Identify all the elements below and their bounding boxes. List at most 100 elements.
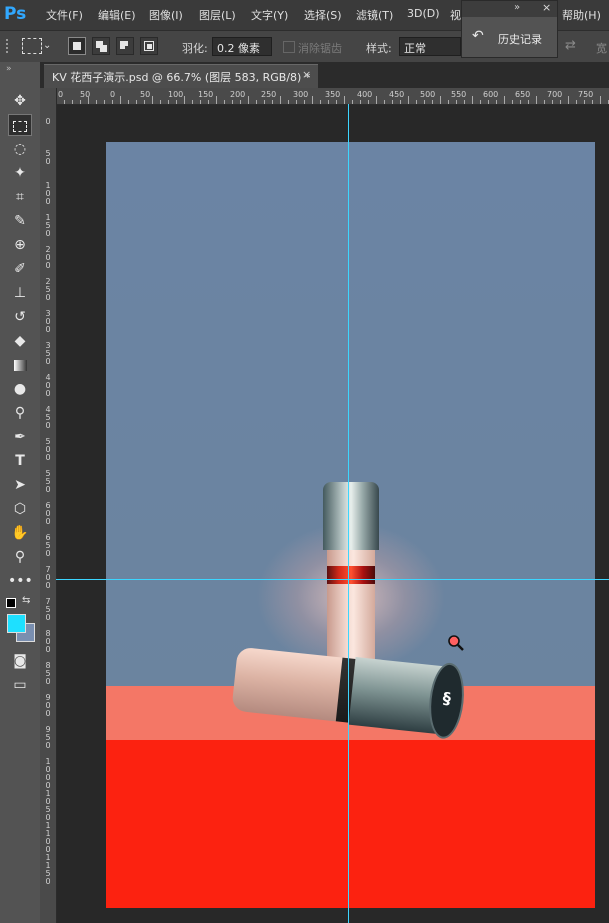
tools-panel: » ✥ ◌ ✦ ⌗ ✎ ⊕ ✐ ⊥ ↺ ◆ ● ⚲ ✒ T ➤ ⬡ ✋ ⚲ ••… — [0, 62, 41, 923]
swap-icon[interactable]: ⇄ — [565, 38, 576, 53]
ruler-label: 850 — [45, 661, 51, 686]
dodge-tool-icon[interactable]: ⚲ — [8, 402, 32, 424]
ruler-label: 1000 — [45, 757, 51, 790]
gradient-tool-icon[interactable] — [8, 354, 32, 376]
close-icon[interactable]: × — [302, 68, 311, 81]
panel-header: » × — [462, 1, 557, 17]
move-tool-icon[interactable]: ✥ — [8, 90, 32, 112]
add-selection-button[interactable] — [92, 37, 110, 55]
lasso-tool-icon[interactable]: ◌ — [8, 138, 32, 160]
menu-image[interactable]: 图像(I) — [149, 7, 183, 23]
upright-product-bottle — [323, 482, 379, 662]
type-tool-icon[interactable]: T — [8, 450, 32, 472]
pen-tool-icon[interactable]: ✒ — [8, 426, 32, 448]
menu-edit[interactable]: 编辑(E) — [98, 7, 136, 23]
more-tools-icon[interactable]: ••• — [8, 570, 33, 592]
document-tab[interactable]: KV 花西子演示.psd @ 66.7% (图层 583, RGB/8) * × — [44, 64, 318, 88]
history-label[interactable]: 历史记录 — [498, 31, 542, 47]
menu-file[interactable]: 文件(F) — [46, 7, 83, 23]
menu-3d[interactable]: 3D(D) — [407, 7, 440, 20]
marquee-preset-icon[interactable] — [22, 38, 42, 54]
path-select-tool-icon[interactable]: ➤ — [8, 474, 32, 496]
ruler-tick — [256, 100, 257, 104]
ruler-tick — [424, 100, 425, 104]
width-label-clip: 宽 — [596, 42, 607, 55]
ruler-tick — [512, 100, 513, 104]
menu-layer[interactable]: 图层(L) — [199, 7, 236, 23]
ruler-label: 400 — [357, 90, 373, 99]
blur-tool-icon[interactable]: ● — [8, 378, 32, 400]
quick-mask-icon[interactable]: ◙ — [8, 650, 32, 672]
antialias-checkbox[interactable] — [283, 41, 295, 53]
vertical-guide[interactable] — [348, 104, 349, 923]
menu-help[interactable]: 帮助(H) — [562, 7, 601, 23]
menu-view[interactable]: 视 — [450, 7, 461, 23]
ruler-tick — [488, 100, 489, 104]
document-tab-title[interactable]: KV 花西子演示.psd @ 66.7% (图层 583, RGB/8) * — [52, 69, 310, 85]
feather-label: 羽化: — [182, 42, 208, 55]
zoom-tool-icon[interactable]: ⚲ — [8, 546, 32, 568]
ruler-label: 450 — [45, 405, 51, 430]
marquee-tool-icon[interactable] — [8, 114, 32, 136]
foreground-color-swatch[interactable] — [7, 614, 26, 633]
horizontal-guide[interactable] — [56, 579, 609, 580]
close-icon[interactable]: × — [542, 1, 551, 14]
vertical-ruler[interactable]: 0 50 100 150 200 250 300 350 400 450 500 550 600 650 7… — [40, 88, 57, 923]
hand-tool-icon[interactable]: ✋ — [8, 522, 32, 544]
healing-tool-icon[interactable]: ⊕ — [8, 234, 32, 256]
menu-filter[interactable]: 滤镜(T) — [356, 7, 393, 23]
ruler-label: 300 — [293, 90, 309, 99]
menu-type[interactable]: 文字(Y) — [251, 7, 288, 23]
history-brush-tool-icon[interactable]: ↺ — [8, 306, 32, 328]
bottle-band — [327, 566, 375, 584]
ruler-label: 100 — [168, 90, 184, 99]
stamp-tool-icon[interactable]: ⊥ — [8, 282, 32, 304]
ruler-tick — [592, 100, 593, 104]
ruler-label: 750 — [45, 597, 51, 622]
ruler-tick — [80, 100, 81, 104]
ruler-label: 0 — [58, 90, 64, 99]
ruler-tick — [248, 96, 249, 104]
magic-wand-tool-icon[interactable]: ✦ — [8, 162, 32, 184]
ruler-tick — [352, 100, 353, 104]
new-selection-button[interactable] — [68, 37, 86, 55]
panel-expand-icon[interactable]: » — [6, 64, 12, 74]
brush-tool-icon[interactable]: ✐ — [8, 258, 32, 280]
intersect-selection-button[interactable] — [140, 37, 158, 55]
ruler-tick — [568, 96, 569, 104]
ruler-label: 900 — [45, 693, 51, 718]
ruler-label: 500 — [420, 90, 436, 99]
screen-mode-icon[interactable]: ▭ — [8, 674, 32, 696]
feather-input[interactable]: 0.2 像素 — [212, 37, 272, 56]
crop-tool-icon[interactable]: ⌗ — [8, 186, 32, 208]
ruler-tick — [144, 100, 145, 104]
swap-colors-icon[interactable]: ⇆ — [22, 595, 30, 606]
ruler-tick — [208, 100, 209, 104]
shape-tool-icon[interactable]: ⬡ — [8, 498, 32, 520]
ruler-label: 950 — [45, 725, 51, 750]
history-icon[interactable]: ↶ — [472, 28, 484, 44]
eraser-tool-icon[interactable]: ◆ — [8, 330, 32, 352]
ruler-label: 1050 — [45, 789, 51, 822]
ruler-label: 100 — [45, 181, 51, 206]
ruler-tick — [104, 100, 105, 104]
ruler-tick — [448, 100, 449, 104]
chevron-down-icon[interactable]: ⌄ — [43, 40, 51, 51]
ruler-tick — [376, 96, 377, 104]
eyedropper-tool-icon[interactable]: ✎ — [8, 210, 32, 232]
menu-select[interactable]: 选择(S) — [304, 7, 342, 23]
ruler-label: 0 — [110, 90, 116, 99]
style-select[interactable]: 正常 — [399, 37, 461, 56]
collapse-icon[interactable]: » — [514, 2, 520, 13]
ruler-tick — [264, 100, 265, 104]
ruler-tick — [472, 96, 473, 104]
default-colors-icon[interactable] — [6, 598, 16, 608]
document-canvas[interactable]: § — [106, 142, 595, 908]
ruler-tick — [312, 96, 313, 104]
subtract-selection-button[interactable] — [116, 37, 134, 55]
ruler-label: 600 — [45, 501, 51, 526]
photoshop-logo[interactable]: Ps — [4, 4, 30, 26]
horizontal-ruler[interactable]: 0 50 0 50 100 150 200 250 300 350 400 45… — [56, 88, 609, 105]
ruler-tick — [296, 100, 297, 104]
ruler-label: 0 — [45, 117, 51, 126]
